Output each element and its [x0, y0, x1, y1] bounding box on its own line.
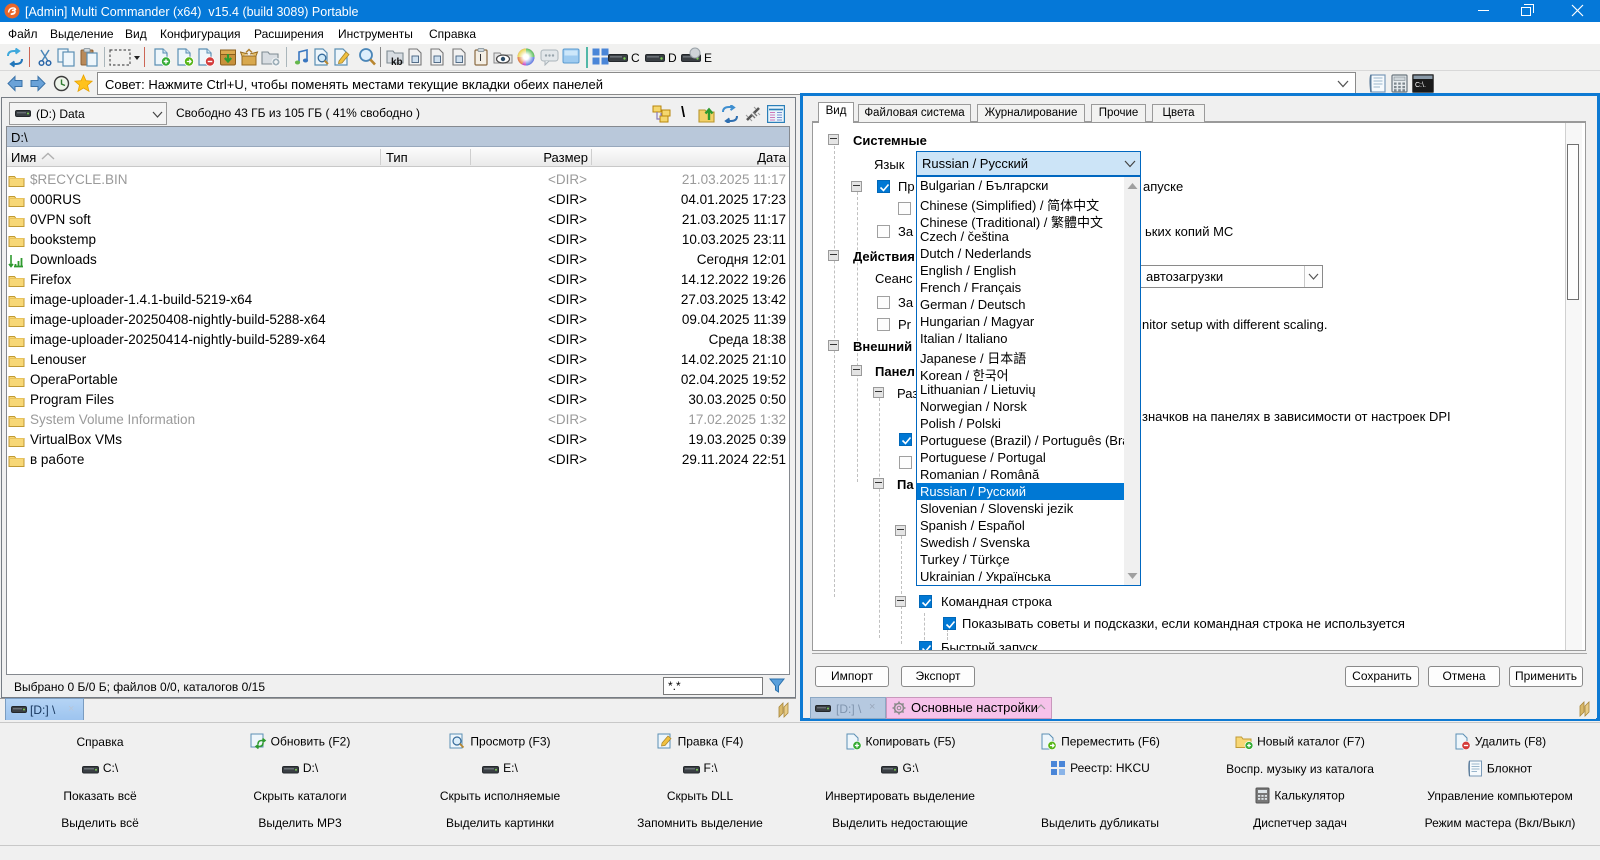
svg-text:kb: kb: [391, 57, 403, 67]
svg-text:C:\.: C:\.: [1415, 82, 1426, 89]
